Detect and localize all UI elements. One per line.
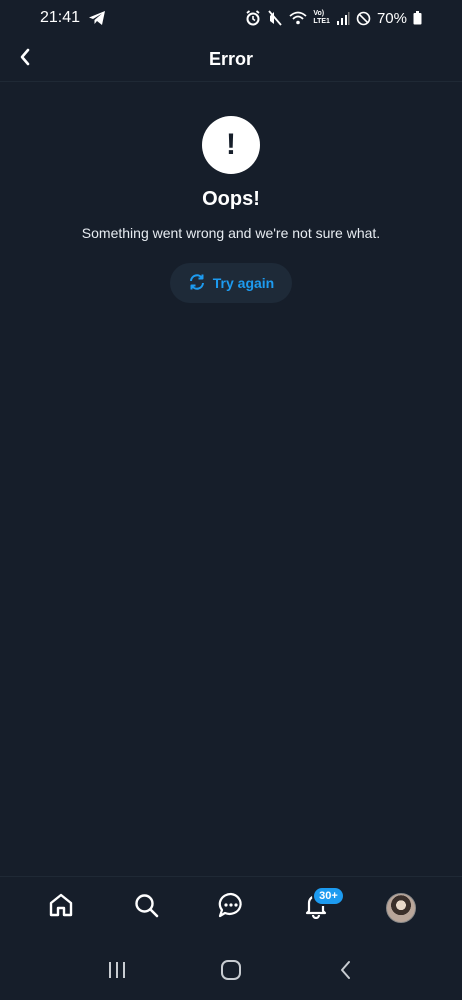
home-square-icon (219, 958, 243, 987)
back-button[interactable] (10, 44, 40, 74)
battery-icon (413, 11, 422, 25)
battery-percent: 70% (376, 9, 407, 27)
error-heading: Oops! (202, 188, 260, 210)
status-left: 21:41 (40, 9, 106, 27)
status-bar: 21:41 Vo) LTE1 70% (0, 0, 462, 36)
volte-label: Vo) LTE1 (313, 10, 330, 25)
exclamation-icon: ! (202, 116, 260, 174)
try-again-button[interactable]: Try again (169, 263, 293, 303)
do-not-disturb-icon (356, 11, 371, 26)
mute-icon (267, 10, 283, 26)
screen: 21:41 Vo) LTE1 70% Error ! Oops! Somethi… (0, 0, 462, 1000)
signal-icon (336, 11, 350, 25)
chat-bubble-icon (217, 891, 245, 924)
app-bar: Error (0, 38, 462, 82)
nav-notifications[interactable]: 30+ (294, 885, 345, 930)
status-time: 21:41 (40, 9, 81, 26)
back-system-button[interactable] (325, 952, 365, 992)
wifi-icon (289, 10, 307, 26)
status-right: Vo) LTE1 70% (245, 10, 422, 27)
system-nav (0, 944, 462, 1000)
recent-apps-button[interactable] (97, 952, 137, 992)
home-icon (47, 891, 75, 924)
nav-search[interactable] (124, 886, 168, 930)
nav-messages[interactable] (209, 886, 253, 930)
chevron-left-icon (18, 47, 32, 72)
exclamation-glyph: ! (226, 128, 236, 161)
search-icon (132, 891, 160, 924)
bottom-nav: 30+ (0, 876, 462, 938)
avatar (386, 892, 417, 923)
chevron-left-icon (338, 959, 352, 986)
error-message: Something went wrong and we're not sure … (81, 225, 381, 241)
try-again-label: Try again (212, 275, 275, 291)
nav-profile[interactable] (379, 886, 423, 930)
nav-home[interactable] (39, 886, 83, 930)
error-area: ! Oops! Something went wrong and we're n… (0, 116, 462, 303)
refresh-icon (188, 273, 206, 294)
alarm-icon (245, 10, 261, 26)
telegram-icon (88, 10, 106, 26)
recent-apps-icon (106, 960, 128, 985)
notifications-badge: 30+ (312, 885, 345, 906)
home-system-button[interactable] (211, 952, 251, 992)
page-title: Error (208, 49, 253, 69)
